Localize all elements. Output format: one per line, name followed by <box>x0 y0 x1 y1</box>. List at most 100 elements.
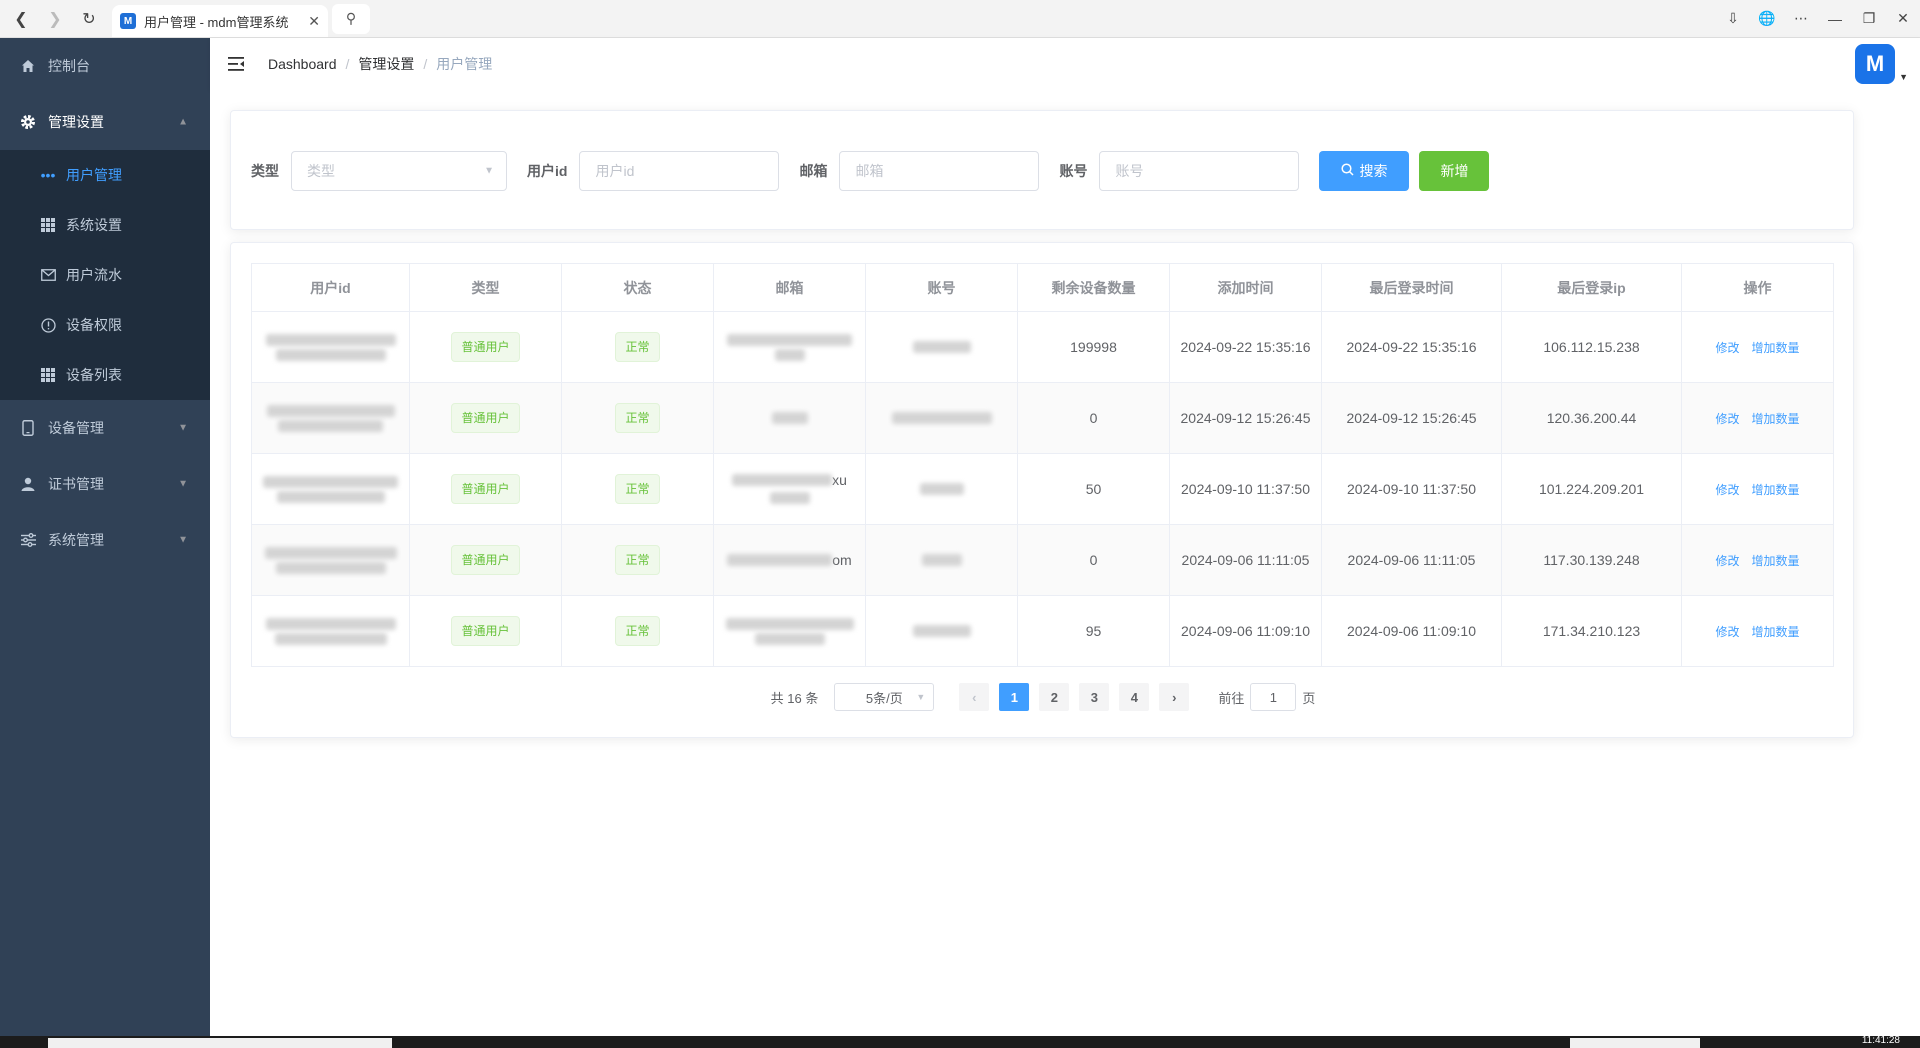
status-tag: 正常 <box>615 474 660 504</box>
type-cell: 普通用户 <box>409 524 562 596</box>
sidebar-item-system-settings[interactable]: 系统设置 <box>0 200 210 250</box>
taskbar-item[interactable] <box>1570 1038 1700 1048</box>
breadcrumb-admin-settings[interactable]: 管理设置 <box>358 54 414 74</box>
edit-link[interactable]: 修改 <box>1716 554 1740 568</box>
status-cell: 正常 <box>561 311 714 383</box>
user-icon <box>20 476 36 492</box>
close-tab-icon[interactable]: ✕ <box>308 13 320 30</box>
redacted-text <box>264 546 397 559</box>
pagination: 共 16 条 5条/页 ▼ ‹ 1 2 3 4 › 前往 1 页 <box>231 683 1855 711</box>
search-button[interactable]: 搜索 <box>1319 151 1410 191</box>
favicon-icon: M <box>120 13 136 29</box>
added-time-cell: 2024-09-06 11:11:05 <box>1169 524 1322 596</box>
user-menu[interactable]: M ▼ <box>1855 44 1908 84</box>
added-time-cell: 2024-09-22 15:35:16 <box>1169 311 1322 383</box>
caret-down-icon[interactable]: ▼ <box>1899 72 1908 82</box>
breadcrumb-dashboard[interactable]: Dashboard <box>268 56 337 72</box>
email-cell <box>713 311 866 383</box>
page-size-select[interactable]: 5条/页 ▼ <box>834 683 935 711</box>
goto-page-input[interactable]: 1 <box>1250 683 1297 711</box>
home-icon <box>20 58 36 74</box>
prev-page-button[interactable]: ‹ <box>959 683 990 711</box>
browser-toolbar: ❮ ❯ ↻ M 用户管理 - mdm管理系统 ✕ ⚲ ⇩ 🌐 ⋯ — ❐ ✕ <box>0 0 1920 38</box>
more-icon[interactable]: ⋯ <box>1784 10 1818 27</box>
last-ip-cell: 117.30.139.248 <box>1501 524 1682 596</box>
add-user-button[interactable]: 新增 <box>1419 151 1490 191</box>
remaining-cell: 50 <box>1017 453 1170 525</box>
col-header: 类型 <box>409 263 562 312</box>
added-time-cell: 2024-09-12 15:26:45 <box>1169 382 1322 454</box>
redacted-text <box>265 617 396 630</box>
search-icon <box>1341 163 1354 179</box>
submenu-label: 用户流水 <box>66 267 122 283</box>
page-button[interactable]: 1 <box>999 683 1030 711</box>
email-input[interactable]: 邮箱 <box>839 151 1040 191</box>
edit-link[interactable]: 修改 <box>1716 341 1740 355</box>
redacted-text <box>732 473 833 486</box>
download-icon[interactable]: ⇩ <box>1716 10 1750 27</box>
hamburger-icon[interactable] <box>226 54 246 74</box>
add-count-link[interactable]: 增加数量 <box>1751 625 1799 639</box>
avatar[interactable]: M <box>1855 44 1896 84</box>
email-cell <box>713 595 866 667</box>
type-tag: 普通用户 <box>451 332 520 362</box>
search-form: 类型 类型 ▼ 用户id 用户id 邮箱 邮箱 账号 账号 搜索 新增 <box>251 151 1490 191</box>
page-button[interactable]: 2 <box>1039 683 1070 711</box>
account-cell <box>865 311 1018 383</box>
sidebar: 控制台 管理设置 ▲ ••• 用户管理 系统设置 用户流水 设备权限 设备列表 … <box>0 38 210 1038</box>
tab-title: 用户管理 - mdm管理系统 <box>144 14 289 30</box>
breadcrumb-current: 用户管理 <box>436 56 493 72</box>
status-cell: 正常 <box>561 524 714 596</box>
menu-item-dashboard[interactable]: 控制台 <box>0 38 210 94</box>
menu-item-admin-settings[interactable]: 管理设置 ▲ <box>0 94 210 150</box>
type-tag: 普通用户 <box>451 545 520 575</box>
restore-icon[interactable]: ❐ <box>1852 10 1886 27</box>
type-cell: 普通用户 <box>409 311 562 383</box>
status-tag: 正常 <box>615 545 660 575</box>
page-button[interactable]: 3 <box>1079 683 1110 711</box>
sidebar-item-device-permissions[interactable]: 设备权限 <box>0 300 210 350</box>
globe-icon[interactable]: 🌐 <box>1750 10 1784 27</box>
type-tag: 普通用户 <box>451 474 520 504</box>
type-select[interactable]: 类型 ▼ <box>291 151 507 191</box>
redacted-text <box>275 348 386 361</box>
menu-item-certificate-management[interactable]: 证书管理 ▼ <box>0 456 210 512</box>
next-page-button[interactable]: › <box>1159 683 1190 711</box>
back-icon[interactable]: ❮ <box>8 6 34 32</box>
last-ip-cell: 106.112.15.238 <box>1501 311 1682 383</box>
page-button[interactable]: 4 <box>1119 683 1150 711</box>
sidebar-item-device-list[interactable]: 设备列表 <box>0 350 210 400</box>
add-count-link[interactable]: 增加数量 <box>1751 483 1799 497</box>
actions-cell: 修改 增加数量 <box>1681 524 1834 596</box>
submenu-label: 设备列表 <box>66 367 122 383</box>
menu-item-device-management[interactable]: 设备管理 ▼ <box>0 400 210 456</box>
account-input[interactable]: 账号 <box>1099 151 1300 191</box>
taskbar-item[interactable] <box>48 1038 392 1048</box>
minimize-icon[interactable]: — <box>1818 11 1852 27</box>
main-content: 类型 类型 ▼ 用户id 用户id 邮箱 邮箱 账号 账号 搜索 新增 用户id… <box>210 90 1920 1036</box>
browser-tab[interactable]: M 用户管理 - mdm管理系统 ✕ <box>112 5 328 37</box>
menu-item-system-management[interactable]: 系统管理 ▼ <box>0 512 210 568</box>
add-count-link[interactable]: 增加数量 <box>1751 554 1799 568</box>
edit-link[interactable]: 修改 <box>1716 483 1740 497</box>
forward-icon[interactable]: ❯ <box>42 6 68 32</box>
type-cell: 普通用户 <box>409 595 562 667</box>
actions-cell: 修改 增加数量 <box>1681 453 1834 525</box>
userid-input[interactable]: 用户id <box>579 151 780 191</box>
browser-actions: ⇩ 🌐 ⋯ — ❐ ✕ <box>1716 10 1920 27</box>
edit-link[interactable]: 修改 <box>1716 625 1740 639</box>
edit-link[interactable]: 修改 <box>1716 412 1740 426</box>
add-count-link[interactable]: 增加数量 <box>1751 341 1799 355</box>
tab-search-icon[interactable]: ⚲ <box>332 3 370 34</box>
reload-icon[interactable]: ↻ <box>76 6 102 32</box>
chevron-down-icon: ▼ <box>484 165 494 177</box>
search-button-label: 搜索 <box>1359 163 1388 179</box>
sidebar-item-user-transactions[interactable]: 用户流水 <box>0 250 210 300</box>
sidebar-item-user-management[interactable]: ••• 用户管理 <box>0 150 210 200</box>
account-cell <box>865 382 1018 454</box>
col-header: 账号 <box>865 263 1018 312</box>
window-close-icon[interactable]: ✕ <box>1886 10 1920 27</box>
page-size-value: 5条/页 <box>865 690 903 706</box>
submenu-label: 系统设置 <box>66 217 122 233</box>
add-count-link[interactable]: 增加数量 <box>1751 412 1799 426</box>
